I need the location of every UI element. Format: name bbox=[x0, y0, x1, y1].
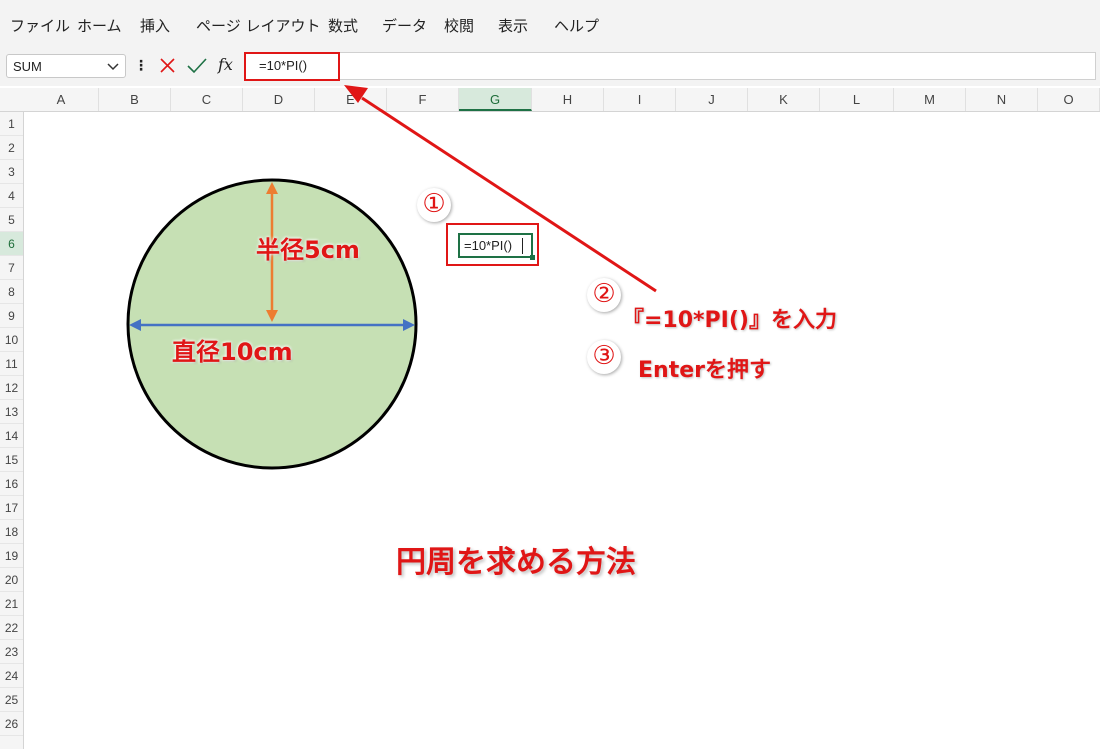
fill-handle[interactable] bbox=[530, 255, 535, 260]
diameter-label: 直径10cm bbox=[172, 338, 293, 366]
step2-number: ② bbox=[587, 278, 621, 312]
page-title: 円周を求める方法 bbox=[396, 545, 636, 580]
step1-number: ① bbox=[417, 188, 451, 222]
step3-text: Enterを押す bbox=[638, 358, 771, 383]
step2-text: 『=10*PI()』を入力 bbox=[622, 308, 837, 333]
annotation-layer bbox=[126, 85, 657, 470]
text-caret bbox=[522, 238, 523, 254]
step3-number: ③ bbox=[587, 340, 621, 374]
radius-label: 半径5cm bbox=[256, 236, 360, 264]
active-cell-g6[interactable]: =10*PI() bbox=[458, 233, 533, 258]
active-cell-value: =10*PI() bbox=[464, 238, 513, 253]
